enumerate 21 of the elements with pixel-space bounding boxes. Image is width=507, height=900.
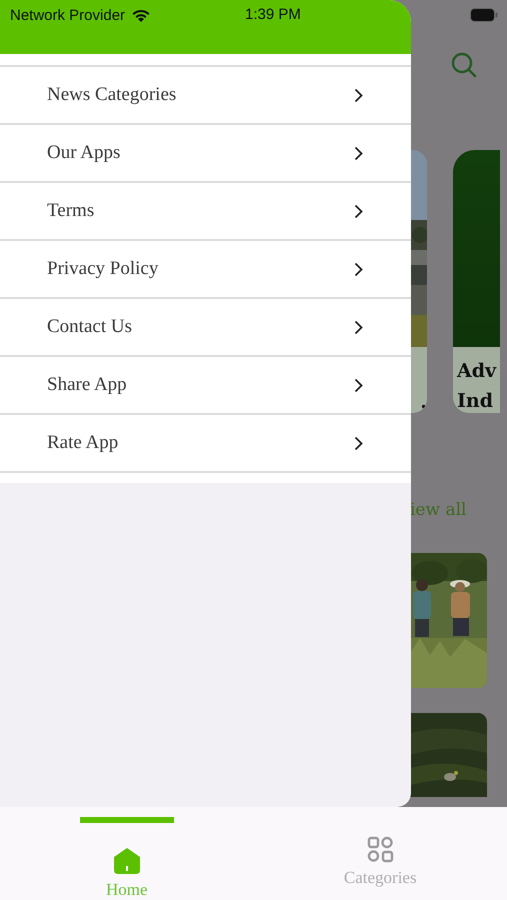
menu-item[interactable]: Terms	[0, 181, 411, 239]
chevron-icon	[354, 146, 363, 160]
wifi-icon	[131, 8, 152, 22]
chevron-icon	[354, 436, 363, 450]
search-icon[interactable]	[451, 52, 477, 78]
status-time: 1:39 PM	[245, 6, 301, 23]
menu-item[interactable]: News Categories	[0, 65, 411, 123]
home-icon	[112, 847, 142, 875]
menu-item[interactable]: Our Apps	[0, 123, 411, 181]
chevron-icon	[354, 262, 363, 276]
chevron-icon	[354, 378, 363, 392]
card-title: Adv Ind	[453, 347, 500, 413]
menu-item[interactable]: Privacy Policy	[0, 239, 411, 297]
menu-item[interactable]: Rate App	[0, 413, 411, 473]
battery-icon	[470, 8, 498, 22]
menu-item[interactable]: Share App	[0, 355, 411, 413]
chevron-icon	[354, 204, 363, 218]
chevron-icon	[354, 320, 363, 334]
chevron-icon	[354, 88, 363, 102]
carrier-name: Network Provider	[10, 6, 126, 24]
menu-item[interactable]: Contact Us	[0, 297, 411, 355]
